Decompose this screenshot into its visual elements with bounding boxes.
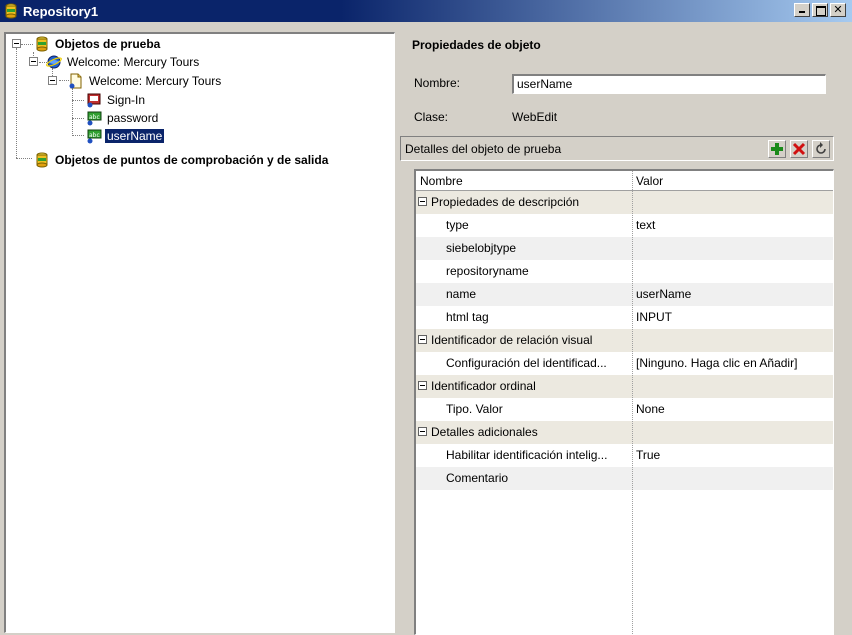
name-label: Nombre: <box>414 76 461 90</box>
row-name: siebelobjtype <box>446 241 517 255</box>
grid-row[interactable]: type text <box>416 214 833 237</box>
browser-globe-icon <box>46 55 62 69</box>
details-title: Detalles del objeto de prueba <box>405 141 562 156</box>
svg-text:abc: abc <box>89 132 100 139</box>
row-value[interactable]: INPUT <box>636 310 672 324</box>
class-value: WebEdit <box>512 110 558 124</box>
row-name: Habilitar identificación intelig... <box>446 448 608 462</box>
column-header-name[interactable]: Nombre <box>420 174 463 188</box>
column-divider[interactable] <box>632 171 633 634</box>
properties-panel: Propiedades de objeto Nombre: userName C… <box>400 32 852 635</box>
grid-row[interactable]: Configuración del identificad... [Ningun… <box>416 352 833 375</box>
svg-text:abc: abc <box>89 114 100 121</box>
class-label: Clase: <box>414 110 449 124</box>
grid-row[interactable]: siebelobjtype <box>416 237 833 260</box>
tree-label-checkpoints: Objetos de puntos de comprobación y de s… <box>55 153 329 167</box>
row-name: Comentario <box>446 471 509 485</box>
column-header-value[interactable]: Valor <box>636 174 663 188</box>
grid-row[interactable]: Comentario <box>416 467 833 490</box>
grid-group-row[interactable]: Identificador ordinal <box>416 375 833 398</box>
row-value[interactable]: None <box>636 402 665 416</box>
details-toolbar: Detalles del objeto de prueba <box>400 136 834 161</box>
collapse-toggle[interactable] <box>418 335 427 344</box>
collapse-toggle[interactable] <box>418 381 427 390</box>
delete-icon <box>792 142 806 156</box>
properties-grid[interactable]: Nombre Valor Propiedades de descripción … <box>414 169 834 635</box>
refresh-icon <box>816 142 826 154</box>
repository-icon <box>5 3 17 19</box>
tree-node-password[interactable]: abc password <box>86 109 160 127</box>
grid-row[interactable]: Tipo. Valor None <box>416 398 833 421</box>
page-icon <box>69 73 82 89</box>
minimize-button[interactable] <box>794 3 810 17</box>
tree-label-page: Welcome: Mercury Tours <box>89 74 222 88</box>
grid-row[interactable]: Habilitar identificación intelig... True <box>416 444 833 467</box>
add-property-button[interactable] <box>768 140 786 158</box>
refresh-property-button[interactable] <box>812 140 830 158</box>
grid-group-row[interactable]: Propiedades de descripción <box>416 191 833 214</box>
row-value[interactable]: text <box>636 218 655 232</box>
edit-field-icon: abc <box>87 111 102 126</box>
object-tree[interactable]: Objetos de prueba Welcome: Mercury Tours… <box>4 32 395 633</box>
grid-header: Nombre Valor <box>416 171 833 191</box>
tree-label-test-objects: Objetos de prueba <box>55 37 161 51</box>
row-name: name <box>446 287 477 301</box>
row-name: repositoryname <box>446 264 529 278</box>
row-value[interactable]: True <box>636 448 660 462</box>
section-title: Propiedades de objeto <box>412 38 541 52</box>
tree-node-page[interactable]: Welcome: Mercury Tours <box>68 72 223 90</box>
add-icon <box>771 143 783 155</box>
grid-row[interactable]: name userName <box>416 283 833 306</box>
image-button-icon <box>87 93 101 108</box>
grid-group-row[interactable]: Detalles adicionales <box>416 421 833 444</box>
expand-toggle-page[interactable] <box>48 76 57 85</box>
collapse-toggle[interactable] <box>418 197 427 206</box>
maximize-button[interactable] <box>812 3 828 17</box>
row-name: Propiedades de descripción <box>431 195 580 209</box>
tree-label-sign-in: Sign-In <box>107 93 146 107</box>
expand-toggle-test-objects[interactable] <box>12 39 21 48</box>
tree-label-username: userName <box>103 128 166 144</box>
delete-property-button[interactable] <box>790 140 808 158</box>
row-name: Identificador de relación visual <box>431 333 593 347</box>
row-name: Detalles adicionales <box>431 425 538 439</box>
close-button[interactable]: ✕ <box>830 3 846 17</box>
database-icon <box>36 36 48 52</box>
database-icon <box>36 152 48 168</box>
row-value[interactable]: [Ninguno. Haga clic en Añadir] <box>636 356 797 370</box>
edit-field-icon: abc <box>87 129 102 144</box>
tree-node-checkpoints[interactable]: Objetos de puntos de comprobación y de s… <box>34 151 330 169</box>
grid-group-row[interactable]: Identificador de relación visual <box>416 329 833 352</box>
row-value[interactable]: userName <box>636 287 691 301</box>
tree-node-username[interactable]: abc userName <box>86 127 166 145</box>
expand-toggle-browser[interactable] <box>29 57 38 66</box>
row-name: html tag <box>446 310 489 324</box>
name-field[interactable]: userName <box>512 74 826 94</box>
tree-label-browser: Welcome: Mercury Tours <box>67 55 200 69</box>
grid-row[interactable]: html tag INPUT <box>416 306 833 329</box>
row-name: Tipo. Valor <box>446 402 503 416</box>
window-title: Repository1 <box>23 3 99 19</box>
row-name: Configuración del identificad... <box>446 356 607 370</box>
tree-node-test-objects[interactable]: Objetos de prueba <box>34 35 162 53</box>
row-name: type <box>446 218 469 232</box>
window-title-bar[interactable]: Repository1 ✕ <box>0 0 852 22</box>
row-name: Identificador ordinal <box>431 379 536 393</box>
tree-label-password: password <box>107 111 159 125</box>
grid-row[interactable]: repositoryname <box>416 260 833 283</box>
tree-node-sign-in[interactable]: Sign-In <box>86 91 147 109</box>
tree-node-browser[interactable]: Welcome: Mercury Tours <box>46 53 201 71</box>
collapse-toggle[interactable] <box>418 427 427 436</box>
